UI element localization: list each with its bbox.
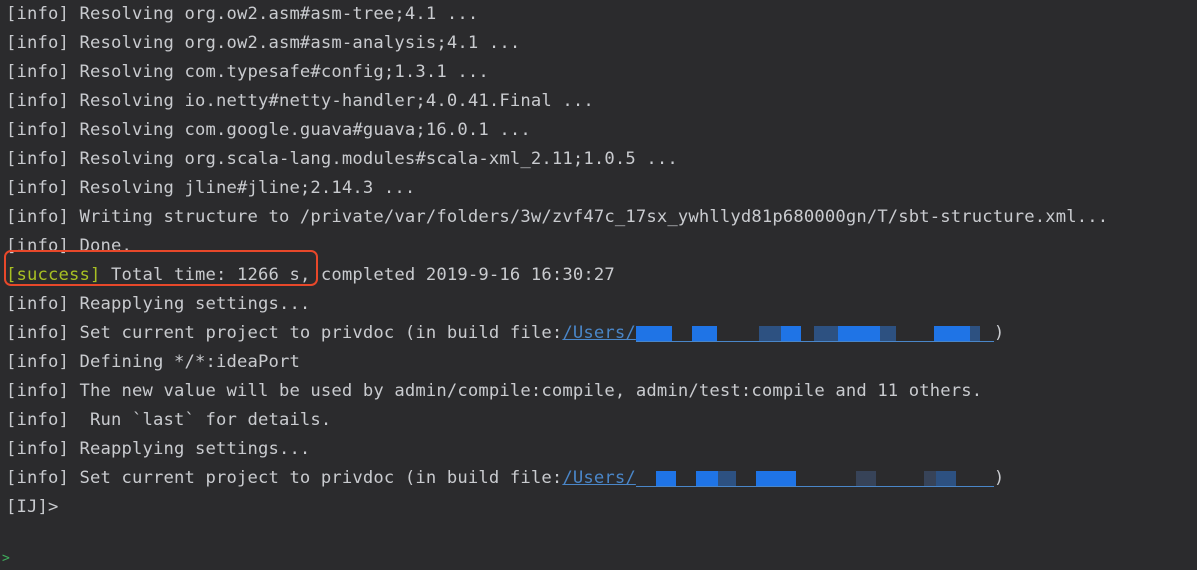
console-line-15: [info] Run `last` for details. — [6, 410, 332, 430]
console-line-14: [info] The new value will be used by adm… — [6, 381, 983, 401]
project-line-prefix: [info] Set current project to privdoc (i… — [6, 468, 563, 488]
console-line-9: [info] Done. — [6, 236, 132, 256]
success-line: [success] Total time: 1266 s, completed … — [6, 261, 1197, 290]
project-line-2: [info] Set current project to privdoc (i… — [6, 464, 1197, 493]
sbt-console[interactable]: [info] Resolving org.ow2.asm#asm-tree;4.… — [0, 0, 1197, 570]
project-line-1: [info] Set current project to privdoc (i… — [6, 319, 1197, 348]
success-tag: [success] — [6, 265, 101, 285]
build-file-link[interactable]: /Users/ — [562, 468, 635, 488]
project-line-suffix: ) — [993, 323, 1005, 343]
console-line-3: [info] Resolving com.typesafe#config;1.3… — [6, 62, 489, 82]
redacted-path — [635, 319, 994, 348]
console-output: [info] Resolving org.ow2.asm#asm-tree;4.… — [6, 0, 1197, 522]
console-line-4: [info] Resolving io.netty#netty-handler;… — [6, 91, 594, 111]
console-line-13: [info] Defining */*:ideaPort — [6, 352, 300, 372]
project-line-suffix: ) — [993, 468, 1005, 488]
console-line-7: [info] Resolving jline#jline;2.14.3 ... — [6, 178, 416, 198]
input-prompt-icon[interactable]: > — [2, 548, 10, 570]
console-line-8: [info] Writing structure to /private/var… — [6, 207, 1109, 227]
console-line-16: [info] Reapplying settings... — [6, 439, 311, 459]
build-file-link[interactable]: /Users/ — [562, 323, 635, 343]
console-line-11: [info] Reapplying settings... — [6, 294, 311, 314]
redacted-path — [635, 464, 994, 493]
sbt-prompt[interactable]: [IJ]> — [6, 493, 1197, 522]
console-line-5: [info] Resolving com.google.guava#guava;… — [6, 120, 531, 140]
console-line-6: [info] Resolving org.scala-lang.modules#… — [6, 149, 678, 169]
console-line-2: [info] Resolving org.ow2.asm#asm-analysi… — [6, 33, 521, 53]
success-message: Total time: 1266 s, completed 2019-9-16 … — [100, 265, 615, 285]
console-line-1: [info] Resolving org.ow2.asm#asm-tree;4.… — [6, 4, 479, 24]
project-line-prefix: [info] Set current project to privdoc (i… — [6, 323, 563, 343]
